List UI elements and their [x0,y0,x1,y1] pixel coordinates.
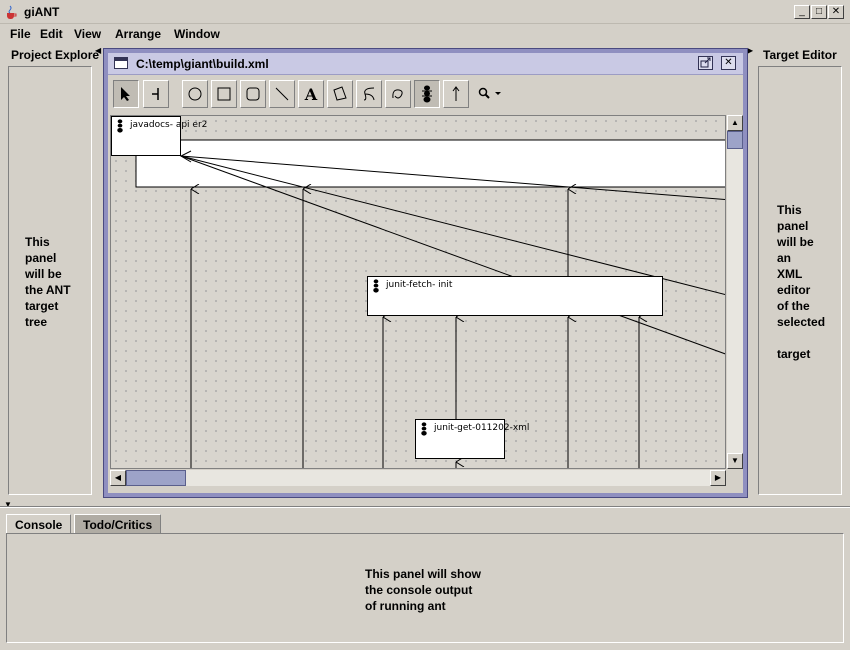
node-junit-get[interactable]: junit-get-011202-xml [415,419,529,459]
title-bar: giANT _ □ ✕ [0,0,850,24]
node-junit-fetch-init[interactable]: junit-fetch- init [367,276,663,316]
ant-target-icon [117,119,123,133]
restore-frame-icon[interactable] [698,56,713,70]
menu-edit[interactable]: Edit [40,27,63,41]
scroll-up-button[interactable]: ▲ [727,115,743,131]
tab-todo-critics[interactable]: Todo/Critics [74,514,162,534]
rectangle-tool-icon[interactable] [211,80,237,108]
frame-content: C:\temp\giant\build.xml ✕ A javadocs- ap… [108,53,743,493]
minimize-button[interactable]: _ [794,5,810,19]
wide-target-node[interactable] [135,139,726,188]
select-tool-icon[interactable] [113,80,139,108]
zoom-tool-icon[interactable] [478,87,504,104]
menu-window[interactable]: Window [174,27,220,41]
frame-title-bar[interactable]: C:\temp\giant\build.xml ✕ [108,53,743,75]
text-tool-icon[interactable]: A [298,80,324,108]
connector-tool-icon[interactable] [143,80,169,108]
scroll-down-button[interactable]: ▼ [727,453,743,469]
horizontal-scroll-thumb[interactable] [126,470,186,486]
node-label: junit-get-011202-xml [434,423,530,433]
target-editor-title: Target Editor [763,48,837,62]
scroll-right-button[interactable]: ▶ [710,470,726,486]
arrow-tool-icon[interactable] [443,80,469,108]
node-label: javadocs- api er2 [130,120,208,130]
scroll-left-button[interactable]: ◀ [110,470,126,486]
spline-tool-icon[interactable] [385,80,411,108]
frame-window-icon [114,57,128,69]
line-tool-icon[interactable] [269,80,295,108]
ant-target-icon [373,279,379,293]
vertical-scrollbar[interactable]: ▲ ▼ [727,115,743,469]
java-cup-icon [7,5,17,19]
drawing-toolbar: A [110,78,738,112]
maximize-button[interactable]: □ [811,5,827,19]
collapse-left-icon[interactable]: ◀ [95,46,101,55]
project-explorer-title: Project Explore [11,48,100,62]
frame-title: C:\temp\giant\build.xml [136,57,269,71]
polygon-tool-icon[interactable] [327,80,353,108]
node-label: junit-fetch- init [386,280,453,290]
target-editor-text: This panel will be an XML editor of the … [777,203,826,361]
menu-file[interactable]: File [10,27,31,41]
ant-target-tool-icon[interactable] [414,80,440,108]
node-javadocs[interactable]: javadocs- api er2 [111,116,207,156]
menu-bar: File Edit View Arrange Window [0,24,850,44]
project-explorer-text: This panel will be the ANT target tree [25,235,71,329]
menu-arrange[interactable]: Arrange [115,27,161,41]
console-text: This panel will show the console output … [365,567,482,613]
diagram-canvas[interactable]: javadocs- api er2 junit-fetch- init juni… [110,115,726,469]
rounded-rect-tool-icon[interactable] [240,80,266,108]
ant-target-icon [421,422,427,436]
close-frame-icon[interactable]: ✕ [721,56,736,70]
curve-tool-icon[interactable] [356,80,382,108]
vertical-scroll-thumb[interactable] [727,131,743,149]
window-title: giANT [24,5,60,19]
close-button[interactable]: ✕ [828,5,844,19]
horizontal-scrollbar[interactable]: ◀ ▶ [110,470,726,486]
horizontal-splitter[interactable] [0,506,850,508]
tab-console[interactable]: Console [6,514,72,534]
build-xml-frame: C:\temp\giant\build.xml ✕ A javadocs- ap… [103,48,748,498]
ellipse-tool-icon[interactable] [182,80,208,108]
menu-view[interactable]: View [74,27,101,41]
